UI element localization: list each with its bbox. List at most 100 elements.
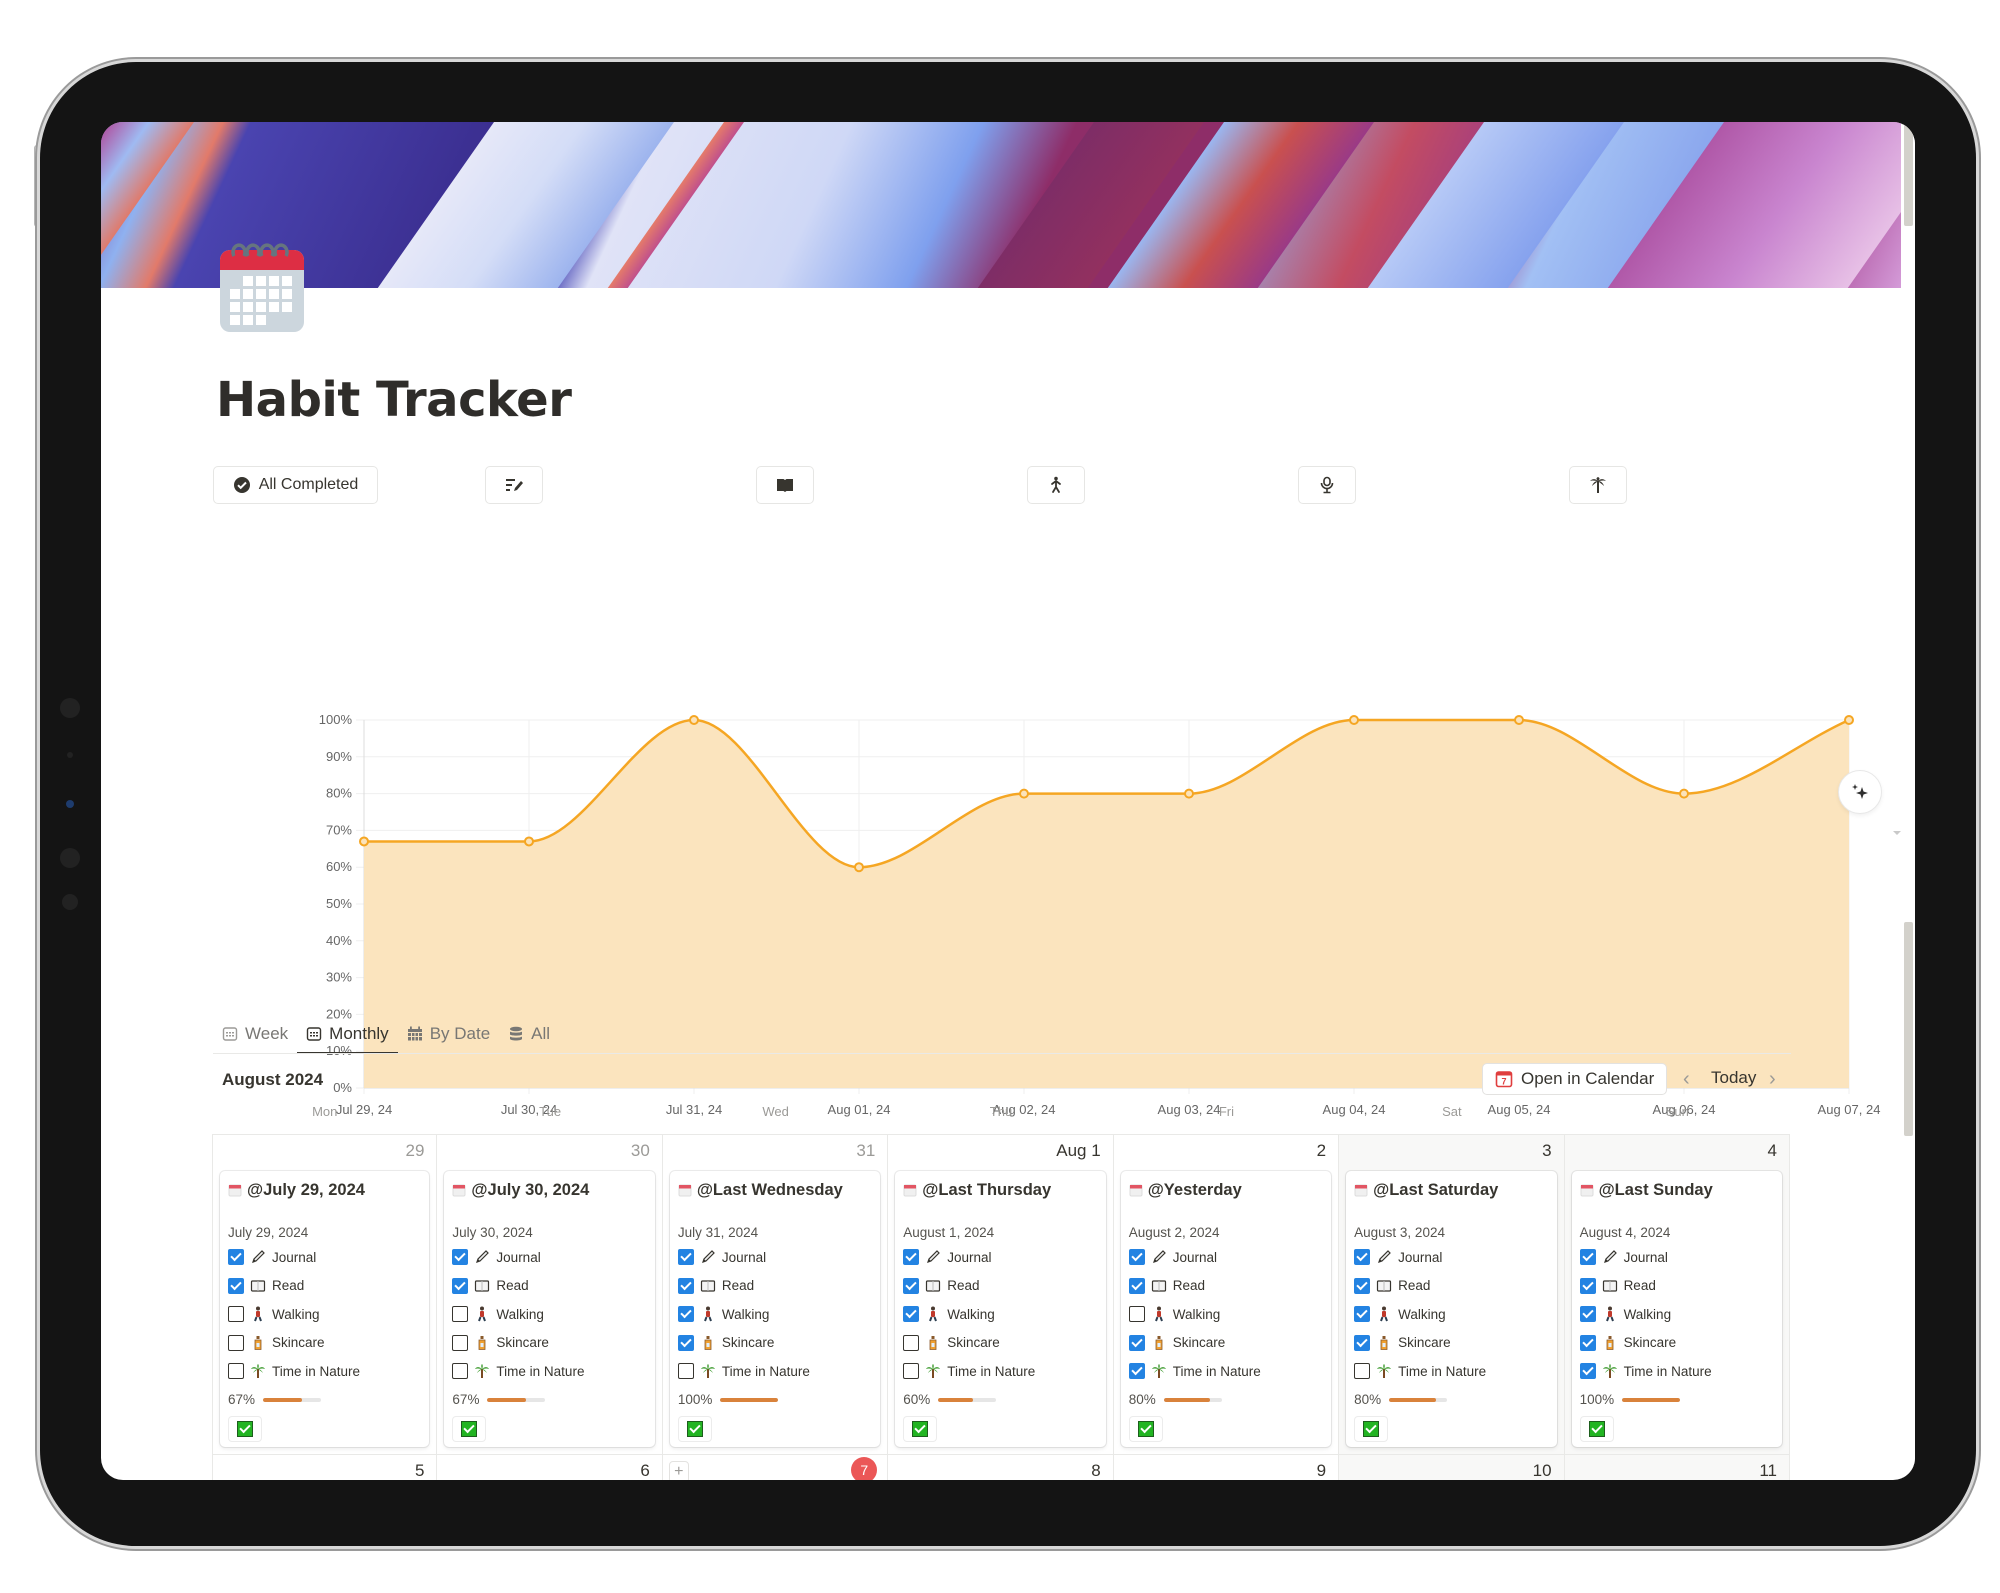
habit-checkbox[interactable] bbox=[1354, 1306, 1371, 1323]
habit-checkbox[interactable] bbox=[452, 1277, 469, 1294]
walking-icon bbox=[700, 1306, 716, 1322]
calendar-day-cell[interactable]: 6 bbox=[437, 1455, 663, 1480]
entry-title-text: @July 30, 2024 bbox=[471, 1180, 590, 1199]
habit-entry-card[interactable]: @Yesterday August 2, 2024 Journal Read W… bbox=[1120, 1171, 1332, 1447]
all-completed-button[interactable]: All Completed bbox=[213, 466, 378, 504]
page-title: Habit Tracker bbox=[216, 372, 572, 428]
green-check-icon bbox=[1588, 1420, 1605, 1437]
habit-checkbox[interactable] bbox=[228, 1363, 244, 1380]
calendar-day-cell[interactable]: 2 @Yesterday August 2, 2024 Journal Read… bbox=[1113, 1135, 1340, 1455]
chevron-right-icon[interactable]: › bbox=[1769, 1068, 1776, 1091]
tab-monthly[interactable]: Monthly bbox=[297, 1016, 398, 1054]
habit-checkbox[interactable] bbox=[903, 1277, 920, 1294]
calendar-day-cell[interactable]: 3 @Last Saturday August 3, 2024 Journal … bbox=[1339, 1135, 1565, 1455]
calendar-grid: 29 @July 29, 2024 July 29, 2024 Journal … bbox=[212, 1134, 1790, 1480]
habit-checkbox[interactable] bbox=[1579, 1334, 1596, 1351]
scrollbar-thumb[interactable] bbox=[1904, 922, 1913, 1136]
habit-label: Time in Nature bbox=[1172, 1363, 1261, 1379]
entry-title[interactable]: @July 29, 2024 bbox=[228, 1179, 421, 1201]
habit-checkbox[interactable] bbox=[677, 1306, 694, 1323]
chevron-left-icon[interactable]: ‹ bbox=[1683, 1068, 1690, 1091]
habit-checkbox[interactable] bbox=[228, 1306, 244, 1323]
habit-checkbox[interactable] bbox=[228, 1249, 244, 1266]
habit-entry-card[interactable]: @Last Thursday August 1, 2024 Journal Re… bbox=[895, 1171, 1106, 1447]
entry-title[interactable]: @Last Sunday bbox=[1580, 1179, 1774, 1201]
habit-checkbox[interactable] bbox=[1579, 1249, 1596, 1266]
habit-checkbox[interactable] bbox=[903, 1334, 920, 1351]
habit-checkbox[interactable] bbox=[1354, 1249, 1371, 1266]
scrollbar-track[interactable] bbox=[1903, 122, 1915, 1480]
habit-entry-card[interactable]: @Last Sunday August 4, 2024 Journal Read… bbox=[1571, 1171, 1782, 1447]
habit-checkbox[interactable] bbox=[1128, 1277, 1145, 1294]
calendar-day-cell[interactable]: 31 @Last Wednesday July 31, 2024 Journal… bbox=[662, 1135, 889, 1455]
today-button[interactable]: Today bbox=[1711, 1068, 1756, 1088]
tab-week[interactable]: Week bbox=[213, 1016, 297, 1052]
progress-bar-fill bbox=[720, 1397, 779, 1402]
habit-checkbox[interactable] bbox=[1128, 1306, 1145, 1323]
entry-title[interactable]: @July 30, 2024 bbox=[452, 1179, 646, 1201]
habit-checkbox[interactable] bbox=[228, 1277, 244, 1294]
habit-checkbox[interactable] bbox=[1579, 1363, 1596, 1380]
habit-row: Skincare bbox=[1354, 1329, 1548, 1358]
read-filter-button[interactable] bbox=[756, 466, 814, 504]
calendar-day-cell[interactable]: 4 @Last Sunday August 4, 2024 Journal Re… bbox=[1564, 1135, 1790, 1455]
all-completed-label: All Completed bbox=[258, 476, 359, 493]
calendar-day-cell[interactable]: 11 bbox=[1564, 1455, 1790, 1480]
entry-title-text: @Last Thursday bbox=[922, 1180, 1052, 1199]
habit-checkbox[interactable] bbox=[1354, 1334, 1371, 1351]
calendar-day-cell[interactable]: 10 bbox=[1339, 1455, 1565, 1480]
habit-entry-card[interactable]: @Last Wednesday July 31, 2024 Journal Re… bbox=[669, 1171, 881, 1447]
calendar-spiral-icon[interactable] bbox=[220, 238, 304, 332]
cover-image[interactable] bbox=[101, 122, 1901, 288]
habit-checkbox[interactable] bbox=[903, 1306, 920, 1323]
skincare-filter-button[interactable] bbox=[1298, 466, 1356, 504]
journal-filter-button[interactable] bbox=[485, 466, 543, 504]
habit-checkbox[interactable] bbox=[452, 1334, 469, 1351]
habit-row: Walking bbox=[452, 1300, 646, 1329]
habit-entry-card[interactable]: @Last Saturday August 3, 2024 Journal Re… bbox=[1346, 1171, 1557, 1447]
completed-status bbox=[452, 1415, 487, 1442]
open-in-calendar-button[interactable]: 7 Open in Calendar bbox=[1482, 1063, 1668, 1095]
habit-checkbox[interactable] bbox=[1354, 1277, 1371, 1294]
calendar-day-cell[interactable]: Aug 1 @Last Thursday August 1, 2024 Jour… bbox=[888, 1135, 1114, 1455]
habit-checkbox[interactable] bbox=[677, 1249, 694, 1266]
scrollbar-thumb-top[interactable] bbox=[1904, 122, 1913, 226]
habit-checkbox[interactable] bbox=[228, 1334, 244, 1351]
entry-title[interactable]: @Last Wednesday bbox=[678, 1179, 872, 1201]
habit-checkbox[interactable] bbox=[903, 1249, 920, 1266]
calendar-day-cell[interactable]: 9 bbox=[1114, 1455, 1340, 1480]
habit-checkbox[interactable] bbox=[1354, 1363, 1371, 1380]
habit-checkbox[interactable] bbox=[677, 1334, 694, 1351]
calendar-day-cell[interactable]: +7 bbox=[663, 1455, 889, 1480]
habit-row: Read bbox=[1128, 1272, 1323, 1301]
nature-filter-button[interactable] bbox=[1569, 466, 1627, 504]
habit-checkbox[interactable] bbox=[1128, 1363, 1145, 1380]
habit-checkbox[interactable] bbox=[677, 1363, 694, 1380]
habit-entry-card[interactable]: @July 30, 2024 July 30, 2024 Journal Rea… bbox=[444, 1171, 655, 1447]
walking-filter-button[interactable] bbox=[1027, 466, 1085, 504]
habit-checkbox[interactable] bbox=[677, 1277, 694, 1294]
habit-checkbox[interactable] bbox=[1579, 1277, 1596, 1294]
calendar-day-cell[interactable]: 8 bbox=[888, 1455, 1114, 1480]
habit-checkbox[interactable] bbox=[1128, 1334, 1145, 1351]
bottle-icon bbox=[1151, 1335, 1167, 1351]
habit-checkbox[interactable] bbox=[1128, 1249, 1145, 1266]
habit-row: Journal bbox=[452, 1243, 646, 1272]
add-entry-button[interactable]: + bbox=[668, 1461, 689, 1480]
habit-checkbox[interactable] bbox=[452, 1363, 469, 1380]
calendar-day-cell[interactable]: 30 @July 30, 2024 July 30, 2024 Journal … bbox=[437, 1135, 663, 1455]
calendar-day-cell[interactable]: 5 bbox=[212, 1455, 438, 1480]
habit-checkbox[interactable] bbox=[452, 1249, 469, 1266]
tab-by-date[interactable]: By Date bbox=[398, 1016, 499, 1052]
tab-all[interactable]: All bbox=[499, 1016, 559, 1052]
entry-title[interactable]: @Last Thursday bbox=[903, 1179, 1097, 1201]
habit-checkbox[interactable] bbox=[452, 1306, 469, 1323]
habit-checkbox[interactable] bbox=[1579, 1306, 1596, 1323]
habit-row: Time in Nature bbox=[1579, 1357, 1774, 1386]
habit-entry-card[interactable]: @July 29, 2024 July 29, 2024 Journal Rea… bbox=[220, 1171, 430, 1447]
ai-assistant-button[interactable] bbox=[1838, 770, 1882, 814]
entry-title[interactable]: @Last Saturday bbox=[1354, 1179, 1548, 1201]
entry-title[interactable]: @Yesterday bbox=[1129, 1179, 1323, 1201]
calendar-day-cell[interactable]: 29 @July 29, 2024 July 29, 2024 Journal … bbox=[212, 1135, 438, 1455]
habit-checkbox[interactable] bbox=[903, 1363, 920, 1380]
